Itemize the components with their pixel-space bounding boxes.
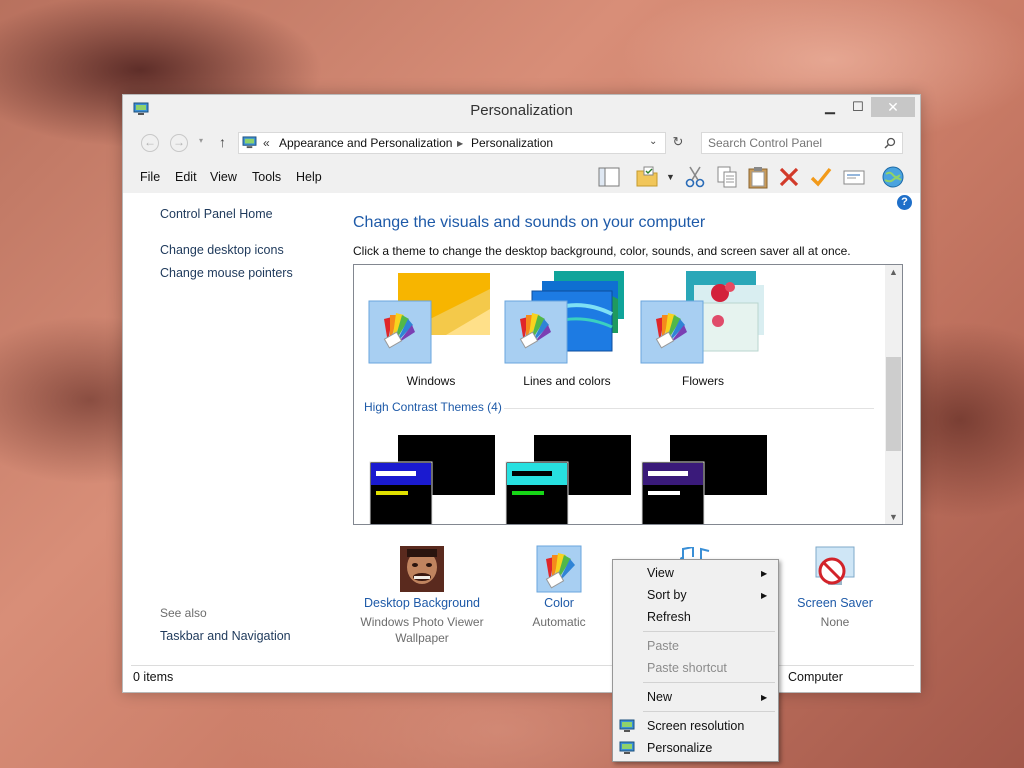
see-also-label: See also	[160, 606, 207, 620]
desktop-background-value: Windows Photo Viewer	[360, 615, 484, 629]
theme-lines-and-colors-preview	[504, 271, 624, 364]
submenu-arrow-icon: ▶	[761, 591, 768, 600]
theme-list: Windows Lines and colors Flowers High Co…	[353, 264, 903, 525]
screen-saver-setting[interactable]: Screen Saver None	[760, 545, 910, 630]
folder-options-icon[interactable]	[635, 165, 659, 189]
menu-item-personalize[interactable]: Personalize	[647, 741, 712, 755]
screen-saver-link[interactable]: Screen Saver	[760, 596, 910, 610]
menu-bar: File Edit View Tools Help ▼	[123, 161, 920, 193]
theme-flowers-preview	[640, 271, 764, 364]
group-divider	[504, 408, 874, 409]
maximize-button[interactable]: ☐	[847, 97, 869, 117]
close-button[interactable]: ✕	[871, 97, 915, 117]
copy-icon[interactable]	[715, 165, 739, 189]
recent-locations-dropdown[interactable]: ▾	[199, 136, 203, 145]
display-icon	[619, 719, 635, 732]
paste-icon[interactable]	[746, 165, 770, 189]
forward-button[interactable]: →	[170, 134, 188, 152]
menu-separator	[643, 711, 775, 712]
menu-item-paste-shortcut[interactable]: Paste shortcut	[647, 661, 727, 675]
menu-separator	[643, 682, 775, 683]
up-arrow-icon[interactable]: ↑	[219, 134, 226, 150]
high-contrast-theme-3[interactable]	[640, 435, 770, 525]
submenu-arrow-icon: ▶	[761, 693, 768, 702]
page-heading: Change the visuals and sounds on your co…	[353, 214, 706, 231]
address-bar[interactable]: « Appearance and Personalization ▶ Perso…	[238, 132, 666, 154]
control-panel-home-link[interactable]: Control Panel Home	[160, 207, 273, 221]
page-description: Click a theme to change the desktop back…	[353, 244, 851, 258]
theme-list-scrollbar[interactable]: ▲ ▼	[885, 265, 902, 524]
desktop-background-setting[interactable]: Desktop Background Windows Photo Viewer …	[347, 545, 497, 646]
navigation-bar: ← → ▾ ↑ « Appearance and Personalization…	[123, 125, 920, 161]
personalize-icon	[619, 741, 635, 754]
breadcrumb-overflow[interactable]: «	[263, 136, 270, 150]
theme-flowers[interactable]: Flowers	[638, 269, 768, 399]
globe-icon[interactable]	[881, 165, 905, 189]
search-icon[interactable]	[884, 137, 896, 149]
menu-view[interactable]: View	[210, 170, 237, 184]
properties-icon[interactable]	[842, 165, 866, 189]
menu-item-sort-by[interactable]: Sort by	[647, 588, 687, 602]
item-count: 0 items	[133, 670, 174, 684]
change-mouse-pointers-link[interactable]: Change mouse pointers	[160, 266, 293, 280]
control-panel-icon	[242, 136, 257, 149]
breadcrumb-appearance[interactable]: Appearance and Personalization	[279, 136, 452, 150]
menu-item-refresh[interactable]: Refresh	[647, 610, 691, 624]
back-button[interactable]: ←	[141, 134, 159, 152]
theme-label: Lines and colors	[523, 374, 611, 388]
high-contrast-theme-1[interactable]	[368, 435, 498, 525]
change-desktop-icons-link[interactable]: Change desktop icons	[160, 243, 284, 257]
window-title: Personalization	[470, 102, 573, 119]
scroll-up-arrow[interactable]: ▲	[885, 267, 902, 277]
desktop-background-link[interactable]: Desktop Background	[347, 596, 497, 610]
theme-windows-preview	[368, 273, 490, 364]
menu-file[interactable]: File	[140, 170, 160, 184]
breadcrumb-personalization[interactable]: Personalization	[471, 136, 553, 150]
desktop-background-value-2: Wallpaper	[395, 631, 449, 645]
delete-icon[interactable]	[777, 165, 801, 189]
checkmark-icon[interactable]	[809, 165, 833, 189]
theme-label: Flowers	[681, 374, 724, 388]
high-contrast-theme-2[interactable]	[504, 435, 634, 525]
personalization-window: Personalization ▁ ☐ ✕ ← → ▾ ↑ « Appearan…	[122, 94, 921, 693]
submenu-arrow-icon: ▶	[761, 569, 768, 578]
menu-tools[interactable]: Tools	[252, 170, 281, 184]
refresh-icon[interactable]: ↻	[669, 134, 687, 152]
color-palette-icon	[536, 545, 582, 593]
menu-edit[interactable]: Edit	[175, 170, 197, 184]
status-location: Computer	[788, 670, 843, 684]
menu-item-view[interactable]: View	[647, 566, 674, 580]
taskbar-and-navigation-link[interactable]: Taskbar and Navigation	[160, 629, 291, 643]
chevron-down-icon[interactable]: ⌄	[649, 136, 657, 147]
context-menu: View ▶ Sort by ▶ Refresh Paste Paste sho…	[612, 559, 779, 762]
help-icon[interactable]: ?	[897, 195, 912, 210]
cut-icon[interactable]	[683, 165, 707, 189]
theme-lines-and-colors[interactable]: Lines and colors	[502, 269, 632, 399]
chevron-down-icon[interactable]: ▼	[666, 172, 675, 182]
menu-help[interactable]: Help	[296, 170, 322, 184]
scroll-down-arrow[interactable]: ▼	[885, 512, 902, 522]
search-input[interactable]	[708, 135, 873, 151]
menu-item-paste[interactable]: Paste	[647, 639, 679, 653]
theme-label: Windows	[406, 374, 456, 388]
search-box[interactable]	[701, 132, 903, 154]
scroll-thumb[interactable]	[886, 357, 901, 451]
menu-item-screen-resolution[interactable]: Screen resolution	[647, 719, 744, 733]
screen-saver-icon	[815, 546, 855, 585]
screen-saver-value: None	[820, 615, 850, 629]
status-bar: 0 items Computer	[131, 665, 914, 690]
chevron-right-icon[interactable]: ▶	[457, 139, 463, 148]
desktop-background-thumbnail	[400, 546, 444, 592]
high-contrast-group-header[interactable]: High Contrast Themes (4)	[364, 400, 502, 414]
theme-windows[interactable]: Windows	[366, 269, 496, 399]
menu-separator	[643, 631, 775, 632]
title-bar[interactable]: Personalization ▁ ☐ ✕	[123, 95, 920, 125]
minimize-button[interactable]: ▁	[819, 97, 841, 117]
menu-item-new[interactable]: New	[647, 690, 672, 704]
layout-pane-icon[interactable]	[597, 165, 621, 189]
